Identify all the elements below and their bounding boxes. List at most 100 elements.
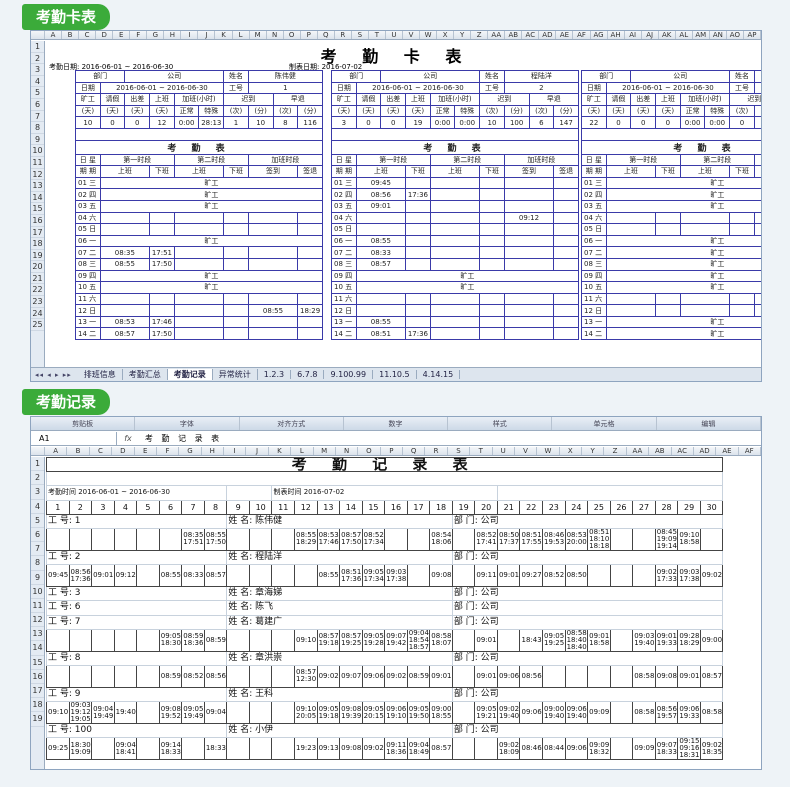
cell[interactable]: 部 门: 公司 [451, 686, 724, 703]
time-cell[interactable] [46, 527, 70, 551]
cell[interactable] [479, 199, 505, 213]
cell[interactable]: 08:56 [355, 188, 407, 201]
cell[interactable]: 14 [339, 499, 363, 515]
cell[interactable]: 08:55 [99, 257, 151, 271]
time-cell[interactable] [609, 737, 634, 761]
cell[interactable] [503, 292, 555, 306]
cell[interactable]: 上班 [605, 165, 657, 178]
cell[interactable] [297, 327, 323, 341]
column-label[interactable]: AG [591, 31, 608, 39]
time-cell[interactable]: 09:05 18:30 [158, 628, 183, 652]
cell[interactable] [405, 211, 431, 225]
column-label[interactable]: AH [608, 31, 625, 39]
cell[interactable]: 第一时段 [355, 153, 431, 167]
time-cell[interactable]: 08:53 17:46 [316, 527, 341, 551]
time-cell[interactable]: 09:02 17:33 [654, 564, 679, 588]
time-cell[interactable]: 08:55 [158, 564, 183, 588]
row-label[interactable]: 5 [31, 87, 44, 99]
cell[interactable]: 姓 名: 葛建广 [226, 614, 453, 630]
cell[interactable]: 09 四 [331, 269, 357, 283]
time-cell[interactable]: 08:57 17:50 [339, 527, 363, 551]
column-label[interactable]: AC [522, 31, 540, 39]
column-label[interactable]: E [135, 447, 157, 455]
column-label[interactable]: AK [659, 31, 676, 39]
time-cell[interactable]: 08:52 17:34 [361, 527, 386, 551]
cell[interactable]: 上班 [655, 93, 681, 106]
row-label[interactable]: 19 [31, 712, 44, 727]
cell[interactable]: 上班 [173, 165, 225, 178]
column-label[interactable]: K [269, 447, 292, 455]
cell[interactable] [655, 211, 681, 225]
cell[interactable]: 工 号: 2 [45, 549, 228, 566]
ribbon-group[interactable]: 对齐方式 [240, 417, 344, 430]
cell[interactable]: (天) [655, 104, 681, 118]
cell[interactable]: 工号 [223, 81, 249, 95]
cell[interactable]: 迟到 [729, 93, 761, 106]
cell[interactable]: 03 五 [331, 199, 357, 213]
column-label[interactable]: W [420, 31, 438, 39]
cell[interactable]: 26 [609, 499, 634, 515]
time-cell[interactable] [406, 564, 431, 588]
cell[interactable] [405, 246, 431, 259]
cell[interactable] [405, 234, 431, 248]
time-cell[interactable] [91, 628, 115, 652]
column-label[interactable]: I [224, 447, 247, 455]
cell[interactable]: 姓 名: 陈伟健 [226, 513, 453, 529]
time-cell[interactable]: 09:04 [203, 701, 228, 725]
cell[interactable]: (天) [581, 104, 607, 118]
time-cell[interactable]: 08:57 19:25 [339, 628, 363, 652]
column-label[interactable]: AP [744, 31, 761, 39]
cell[interactable]: 期 期 [75, 165, 101, 178]
cell[interactable]: 3 [753, 81, 761, 95]
column-label[interactable]: U [493, 447, 515, 455]
cell[interactable]: 姓 名: 王科 [226, 686, 453, 703]
time-cell[interactable]: 08:51 17:36 [339, 564, 363, 588]
time-cell[interactable] [587, 664, 611, 688]
time-cell[interactable] [451, 628, 476, 652]
cell[interactable]: 11 [271, 499, 296, 515]
row-label[interactable]: 8 [31, 556, 44, 571]
cell[interactable] [503, 234, 555, 248]
cell[interactable]: 10 五 [75, 281, 101, 294]
cell[interactable]: 14 二 [581, 327, 607, 341]
cell[interactable]: 08:57 [355, 257, 407, 271]
cell[interactable]: 06 一 [581, 234, 607, 248]
cell[interactable] [553, 315, 579, 329]
cell[interactable] [503, 199, 555, 213]
cell[interactable] [479, 315, 505, 329]
cell[interactable] [553, 223, 579, 236]
ribbon-group[interactable]: 字体 [135, 417, 240, 430]
cell[interactable]: 05 日 [331, 223, 357, 236]
column-label[interactable]: T [470, 447, 493, 455]
column-label[interactable]: AD [539, 31, 557, 39]
time-cell[interactable]: 09:01 [429, 664, 453, 688]
cell[interactable] [355, 223, 407, 236]
cell[interactable]: 签到 [753, 165, 761, 178]
cell[interactable]: 03 五 [581, 199, 607, 213]
cell[interactable]: 01 三 [75, 176, 101, 190]
cell[interactable] [223, 327, 249, 341]
cell[interactable]: 12 日 [75, 304, 101, 317]
cell[interactable]: 姓 名: 章洪崇 [226, 650, 453, 666]
cell[interactable]: 姓 名: 章海娣 [226, 586, 453, 602]
cell[interactable] [223, 223, 249, 236]
cell[interactable] [605, 292, 657, 306]
cell[interactable]: (分) [753, 104, 761, 118]
time-cell[interactable]: 09:05 19:18 [316, 701, 341, 725]
time-cell[interactable]: 09:12 [113, 564, 138, 588]
cell[interactable]: 13 [316, 499, 341, 515]
cell[interactable]: 工 号: 100 [45, 723, 228, 739]
time-cell[interactable] [451, 737, 476, 761]
cell[interactable]: 下班 [479, 165, 505, 178]
row-label[interactable]: 16 [31, 215, 44, 227]
time-cell[interactable]: 09:08 [339, 737, 363, 761]
time-cell[interactable]: 08:59 [406, 664, 431, 688]
cell[interactable]: 04 六 [581, 211, 607, 225]
cell[interactable]: (次) [729, 104, 755, 118]
cell[interactable] [331, 127, 579, 141]
cell[interactable]: 22 [519, 499, 544, 515]
row-label[interactable]: 12 [31, 169, 44, 181]
time-cell[interactable] [451, 664, 476, 688]
time-cell[interactable]: 09:11 [474, 564, 498, 588]
cell[interactable]: 部 门: 公司 [451, 600, 724, 616]
